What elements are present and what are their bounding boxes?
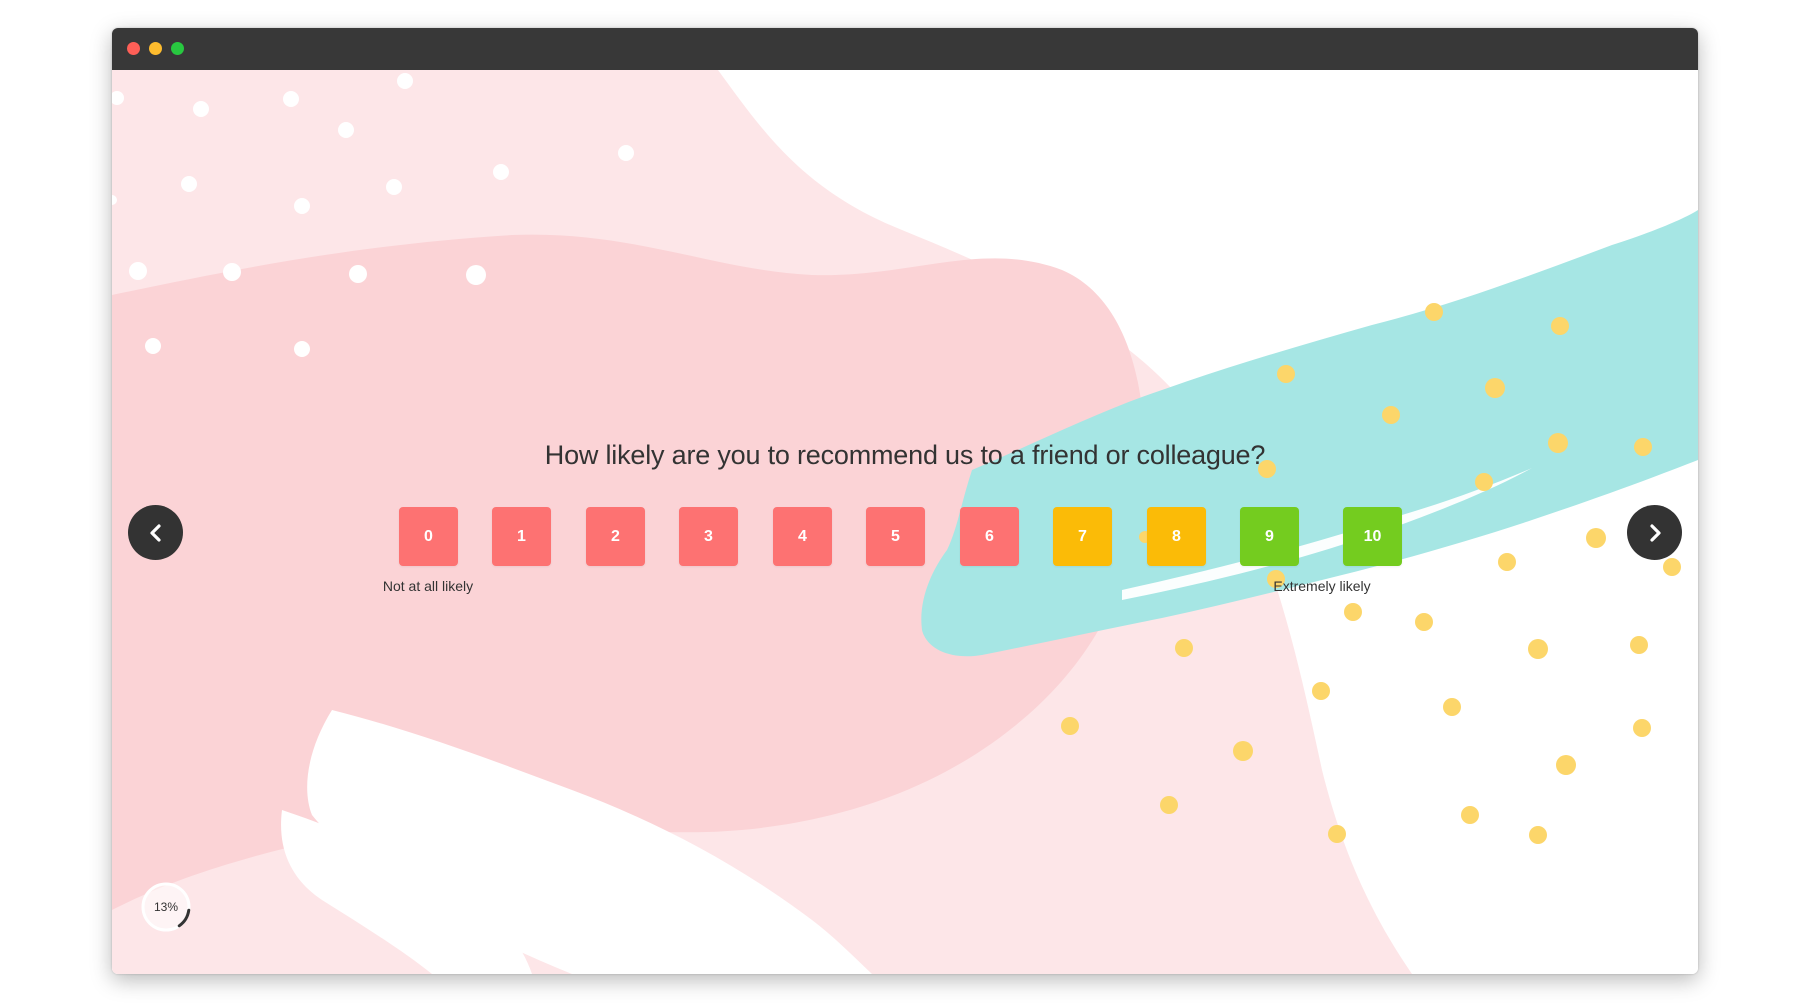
progress-indicator: 13% — [140, 881, 192, 933]
nps-option-10[interactable]: 10 — [1343, 507, 1402, 566]
progress-percentage: 13% — [153, 900, 179, 914]
nps-option-8[interactable]: 8 — [1147, 507, 1206, 566]
nps-option-4[interactable]: 4 — [773, 507, 832, 566]
previous-button[interactable] — [128, 505, 183, 560]
nps-option-0[interactable]: 0 — [399, 507, 458, 566]
nps-scale: 0 1 2 3 4 5 6 7 8 9 10 Not at all likely… — [112, 507, 1698, 617]
next-button[interactable] — [1627, 505, 1682, 560]
nps-option-7[interactable]: 7 — [1053, 507, 1112, 566]
nps-option-3[interactable]: 3 — [679, 507, 738, 566]
nps-option-6[interactable]: 6 — [960, 507, 1019, 566]
close-window-button[interactable] — [127, 42, 140, 55]
maximize-window-button[interactable] — [171, 42, 184, 55]
chevron-left-icon — [149, 523, 161, 542]
nps-option-5[interactable]: 5 — [866, 507, 925, 566]
minimize-window-button[interactable] — [149, 42, 162, 55]
survey-page: How likely are you to recommend us to a … — [112, 70, 1698, 974]
nps-option-9[interactable]: 9 — [1240, 507, 1299, 566]
scale-low-label: Not at all likely — [382, 578, 474, 594]
chevron-right-icon — [1649, 523, 1661, 542]
nps-option-1[interactable]: 1 — [492, 507, 551, 566]
browser-window: How likely are you to recommend us to a … — [112, 28, 1698, 974]
window-titlebar — [112, 28, 1698, 70]
scale-high-label: Extremely likely — [1273, 578, 1371, 594]
nps-option-2[interactable]: 2 — [586, 507, 645, 566]
survey-question: How likely are you to recommend us to a … — [544, 440, 1266, 470]
